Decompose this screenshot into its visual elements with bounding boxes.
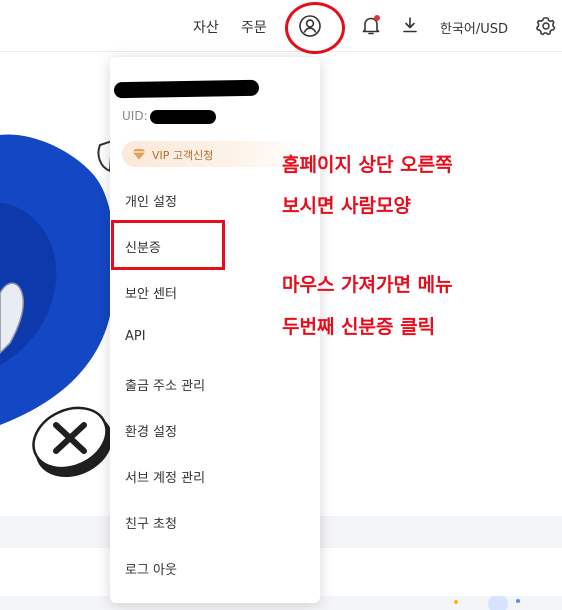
notification-bell-icon[interactable] <box>362 15 380 36</box>
redacted-uid <box>150 110 216 124</box>
user-profile-icon[interactable] <box>298 14 322 38</box>
menu-item-label: 신분증 <box>125 241 161 256</box>
annotation-text-line2: 보시면 사람모양 <box>282 195 411 217</box>
menu-item-label: 친구 초청 <box>125 517 177 532</box>
coin-illustration <box>32 406 113 478</box>
menu-item-invite-friends[interactable]: 친구 초청 <box>110 502 320 542</box>
menu-item-label: 보안 센터 <box>125 287 177 302</box>
menu-item-label: 개인 설정 <box>125 195 177 210</box>
menu-item-withdrawal-address[interactable]: 출금 주소 관리 <box>110 364 320 404</box>
uid-label: UID: <box>122 109 148 123</box>
annotation-text-line4: 두번째 신분증 클릭 <box>282 316 436 338</box>
top-navigation-bar: 자산 주문 한국어/USD <box>0 0 562 52</box>
menu-item-preferences[interactable]: 환경 설정 <box>110 410 320 450</box>
diamond-icon <box>132 149 146 160</box>
menu-item-label: 로그 아웃 <box>125 563 177 578</box>
menu-item-sub-accounts[interactable]: 서브 계정 관리 <box>110 456 320 496</box>
language-currency-selector[interactable]: 한국어/USD <box>440 18 508 37</box>
notification-badge <box>374 15 380 21</box>
redacted-username <box>113 79 260 99</box>
annotation-text-line1: 홈페이지 상단 오른쪽 <box>282 154 453 176</box>
decor-dots <box>454 596 520 610</box>
vip-apply-label: VIP 고객신청 <box>152 149 214 162</box>
menu-item-identity-verification[interactable]: 신분증 <box>110 226 320 266</box>
annotation-text-line3: 마우스 가져가면 메뉴 <box>282 274 453 296</box>
menu-item-label: API <box>125 329 146 344</box>
menu-item-label: 출금 주소 관리 <box>125 379 206 394</box>
download-icon[interactable] <box>402 17 418 33</box>
menu-item-label: 환경 설정 <box>125 425 177 440</box>
nav-assets-link[interactable]: 자산 <box>193 17 219 37</box>
menu-item-logout[interactable]: 로그 아웃 <box>110 548 320 588</box>
settings-gear-icon[interactable] <box>536 16 556 36</box>
nav-orders-link[interactable]: 주문 <box>241 17 267 37</box>
menu-item-label: 서브 계정 관리 <box>125 471 206 486</box>
